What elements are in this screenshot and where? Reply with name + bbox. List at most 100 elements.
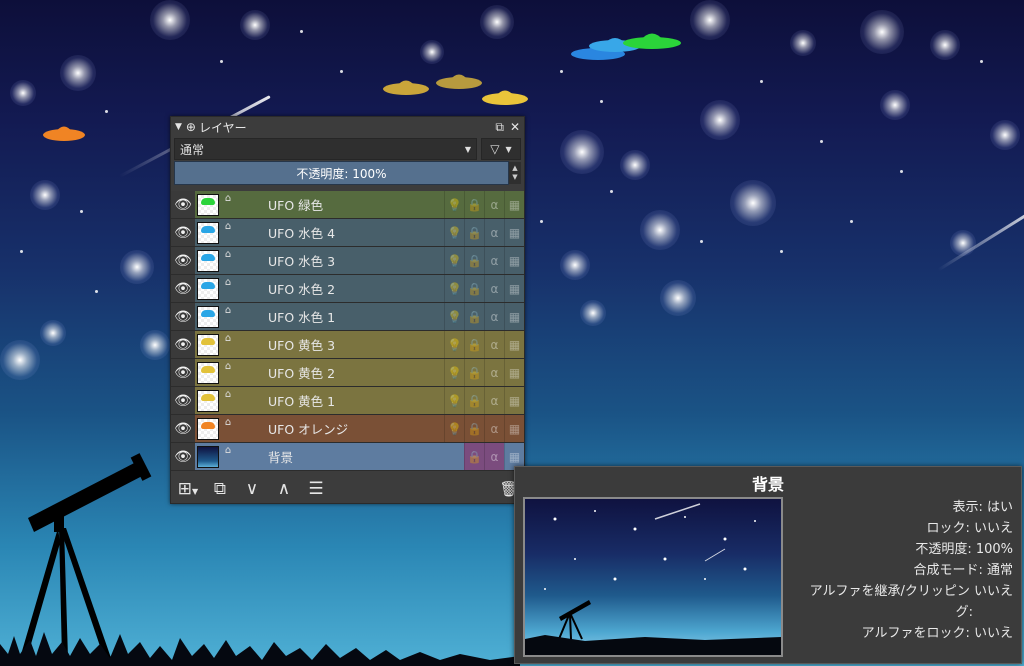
docker-titlebar[interactable]: ▼ ⊕ レイヤー ⧉ ✕ (171, 117, 524, 137)
inherit-alpha-icon[interactable]: ▦ (504, 303, 524, 330)
layer-row[interactable]: 👁 ⌂ UFO オレンジ 💡 🔒 α ▦ (171, 415, 524, 443)
lock-icon[interactable]: 🔒 (464, 415, 484, 442)
inherit-alpha-icon[interactable]: ▦ (504, 247, 524, 274)
bulb-icon[interactable]: 💡 (444, 247, 464, 274)
inherit-alpha-icon[interactable]: ▦ (504, 219, 524, 246)
layer-row[interactable]: 👁 ⌂ UFO 黄色 1 💡 🔒 α ▦ (171, 387, 524, 415)
layer-name[interactable]: UFO 水色 3 (235, 247, 444, 274)
float-icon[interactable]: ⧉ (495, 120, 504, 135)
blend-mode-select[interactable]: 通常 ▼ (174, 138, 477, 160)
alpha-lock-icon[interactable]: α (484, 219, 504, 246)
star (560, 70, 563, 73)
bulb-icon[interactable]: 💡 (444, 191, 464, 218)
lock-icon[interactable]: 🔒 (464, 303, 484, 330)
spin-up-icon[interactable]: ▲ (512, 164, 517, 173)
layer-thumbnail (195, 443, 221, 470)
spin-down-icon[interactable]: ▼ (512, 173, 517, 182)
lock-icon[interactable]: 🔒 (464, 247, 484, 274)
layer-row[interactable]: 👁 ⌂ UFO 黄色 3 💡 🔒 α ▦ (171, 331, 524, 359)
layer-properties-button[interactable]: ☰ (303, 479, 329, 499)
layer-name[interactable]: UFO 水色 1 (235, 303, 444, 330)
bulb-icon[interactable]: 💡 (444, 275, 464, 302)
layer-name[interactable]: UFO 黄色 1 (235, 387, 444, 414)
inherit-alpha-icon[interactable]: ▦ (504, 331, 524, 358)
bulb-icon[interactable]: 💡 (444, 359, 464, 386)
lock-icon[interactable]: 🔒 (464, 359, 484, 386)
eye-icon[interactable]: 👁 (171, 443, 195, 470)
alpha-lock-icon[interactable]: α (484, 387, 504, 414)
alpha-lock-icon[interactable]: α (484, 275, 504, 302)
layer-row[interactable]: 👁 ⌂ UFO 黄色 2 💡 🔒 α ▦ (171, 359, 524, 387)
layer-thumbnail (195, 387, 221, 414)
eye-icon[interactable]: 👁 (171, 275, 195, 302)
ufo-orange (43, 126, 85, 141)
layer-name[interactable]: UFO 緑色 (235, 191, 444, 218)
lock-icon[interactable]: 🔒 (464, 191, 484, 218)
paint-layer-icon: ⌂ (224, 277, 232, 288)
alpha-lock-icon[interactable]: α (484, 331, 504, 358)
layer-name[interactable]: UFO 水色 4 (235, 219, 444, 246)
layer-row[interactable]: 👁 ⌂ UFO 水色 4 💡 🔒 α ▦ (171, 219, 524, 247)
layer-name[interactable]: UFO 黄色 3 (235, 331, 444, 358)
inherit-alpha-icon[interactable]: ▦ (504, 191, 524, 218)
layer-row[interactable]: 👁 ⌂ UFO 水色 3 💡 🔒 α ▦ (171, 247, 524, 275)
lock-icon[interactable]: 🔒 (464, 331, 484, 358)
opacity-slider[interactable]: 不透明度: 100% (174, 161, 509, 185)
eye-icon[interactable]: 👁 (171, 303, 195, 330)
eye-icon[interactable]: 👁 (171, 415, 195, 442)
layer-name[interactable]: UFO 黄色 2 (235, 359, 444, 386)
bulb-icon[interactable]: 💡 (444, 219, 464, 246)
move-layer-up-button[interactable]: ∧ (271, 479, 297, 499)
inherit-alpha-icon[interactable]: ▦ (504, 387, 524, 414)
layer-name[interactable]: 背景 (235, 443, 464, 470)
star (730, 180, 776, 226)
filter-button[interactable]: ▽ ▼ (481, 138, 521, 160)
layer-name[interactable]: UFO オレンジ (235, 415, 444, 442)
alpha-lock-icon[interactable]: α (484, 191, 504, 218)
add-layer-button[interactable]: ⊞▼ (175, 479, 201, 499)
layer-name[interactable]: UFO 水色 2 (235, 275, 444, 302)
layer-row[interactable]: 👁 ⌂ 背景 🔒 α ▦ (171, 443, 524, 471)
star (240, 10, 270, 40)
bulb-icon[interactable]: 💡 (444, 331, 464, 358)
layer-row[interactable]: 👁 ⌂ UFO 緑色 💡 🔒 α ▦ (171, 191, 524, 219)
lock-icon[interactable]: 🔒 (464, 219, 484, 246)
star (780, 250, 783, 253)
lock-icon[interactable]: 🔒 (464, 443, 484, 470)
eye-icon[interactable]: 👁 (171, 191, 195, 218)
alpha-lock-icon[interactable]: α (484, 303, 504, 330)
duplicate-layer-button[interactable]: ⧉ (207, 479, 233, 499)
inherit-alpha-icon[interactable]: ▦ (504, 275, 524, 302)
bulb-icon[interactable]: 💡 (444, 303, 464, 330)
alpha-lock-icon[interactable]: α (484, 443, 504, 470)
layer-row[interactable]: 👁 ⌂ UFO 水色 1 💡 🔒 α ▦ (171, 303, 524, 331)
lock-icon[interactable]: 🔒 (464, 387, 484, 414)
bulb-icon[interactable]: 💡 (444, 415, 464, 442)
move-layer-down-button[interactable]: ∨ (239, 479, 265, 499)
star (0, 340, 40, 380)
lock-icon[interactable]: 🔒 (464, 275, 484, 302)
inherit-alpha-icon[interactable]: ▦ (504, 359, 524, 386)
paint-layer-icon: ⌂ (224, 249, 232, 260)
ufo-yellow-3 (482, 90, 528, 105)
alpha-lock-icon[interactable]: α (484, 415, 504, 442)
close-icon[interactable]: ✕ (510, 120, 520, 135)
collapse-icon[interactable]: ▼ (175, 122, 182, 132)
blend-mode-value: 通常 (180, 142, 205, 157)
docker-toolbar: ⊞▼ ⧉ ∨ ∧ ☰ 🗑 (171, 475, 528, 503)
bulb-icon[interactable]: 💡 (444, 387, 464, 414)
eye-icon[interactable]: 👁 (171, 331, 195, 358)
star (300, 30, 303, 33)
layer-row[interactable]: 👁 ⌂ UFO 水色 2 💡 🔒 α ▦ (171, 275, 524, 303)
alpha-lock-icon[interactable]: α (484, 247, 504, 274)
inherit-alpha-icon[interactable]: ▦ (504, 415, 524, 442)
eye-icon[interactable]: 👁 (171, 387, 195, 414)
layer-thumbnail (195, 359, 221, 386)
star (850, 220, 853, 223)
alpha-lock-icon[interactable]: α (484, 359, 504, 386)
eye-icon[interactable]: 👁 (171, 219, 195, 246)
opacity-spinner[interactable]: ▲ ▼ (509, 162, 521, 184)
eye-icon[interactable]: 👁 (171, 359, 195, 386)
eye-icon[interactable]: 👁 (171, 247, 195, 274)
paint-layer-icon: ⌂ (224, 193, 232, 204)
